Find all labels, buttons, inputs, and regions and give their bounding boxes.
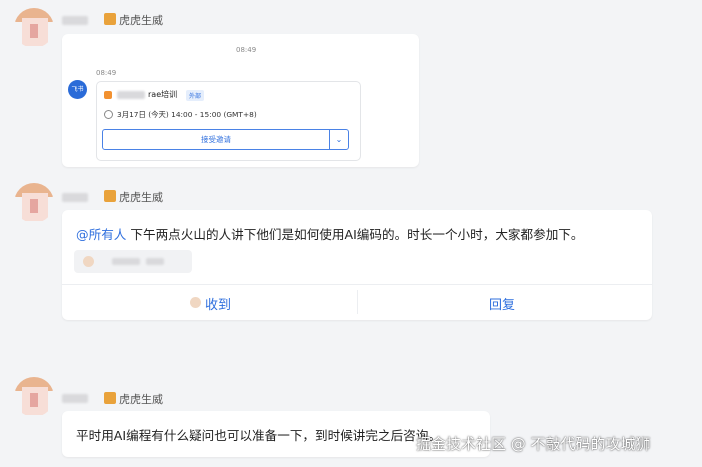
event-title: rae培训 [148,90,178,99]
hands-emoji-icon [190,297,201,308]
sender-name[interactable]: 虎虎生威 [104,189,163,205]
mention-all[interactable]: @所有人 [76,227,126,242]
message-time: 08:49 [236,46,257,54]
received-button[interactable]: 收到 [190,294,231,313]
tiger-emoji-icon [104,13,116,25]
accept-invite-control: 接受邀请 ⌄ [102,129,349,150]
invite-panel: rae培训 外部 3月17日 (今天) 14:00 - 15:00 (GMT+8… [96,81,361,161]
blurred-name [62,394,88,403]
blurred-name [62,193,88,202]
calendar-share-card[interactable]: 08:49 08:49 飞书 rae培训 外部 3月17日 (今天) 14:00… [62,34,419,167]
sender-avatar[interactable] [14,8,54,48]
blurred-title-part [117,91,145,99]
message-text: @所有人 下午两点火山的人讲下他们是如何使用AI编码的。时长一个小时，大家都参加… [76,227,584,242]
message-text: 平时用AI编程有什么疑问也可以准备一下，到时候讲完之后咨询。 [76,428,441,443]
clock-icon [104,110,113,119]
tiger-emoji-icon [104,190,116,202]
inner-time: 08:49 [96,69,117,77]
sender-avatar[interactable] [14,183,54,223]
app-avatar: 飞书 [68,80,87,99]
reaction-bar[interactable] [74,250,192,273]
reaction-emoji-icon [83,256,94,267]
tiger-emoji-icon [104,392,116,404]
external-tag: 外部 [186,90,205,101]
watermark: 掘金技术社区 @ 不敲代码的攻城狮 [416,435,651,453]
chevron-down-icon[interactable]: ⌄ [330,130,348,149]
reply-button[interactable]: 回复 [489,294,515,313]
announcement-message: @所有人 下午两点火山的人讲下他们是如何使用AI编码的。时长一个小时，大家都参加… [62,210,652,320]
accept-invite-button[interactable]: 接受邀请 [103,130,329,149]
event-schedule: 3月17日 (今天) 14:00 - 15:00 (GMT+8) [117,110,257,119]
sender-name[interactable]: 虎虎生威 [104,12,163,28]
calendar-app-icon [104,91,112,99]
blurred-name [62,16,88,25]
sender-name[interactable]: 虎虎生威 [104,391,163,407]
sender-avatar[interactable] [14,377,54,417]
